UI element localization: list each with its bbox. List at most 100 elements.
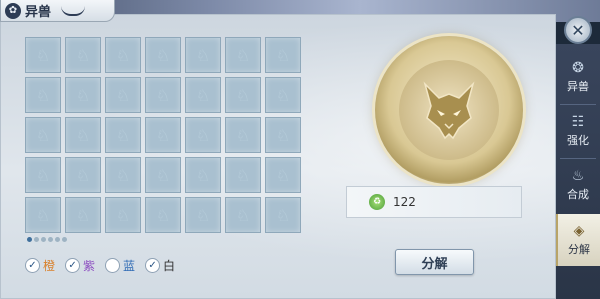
- inventory-slot[interactable]: ♘: [265, 117, 301, 153]
- page-title: 异兽: [25, 5, 52, 20]
- sidebar-item-beast[interactable]: ❂ 异兽: [556, 52, 600, 102]
- inventory-slot[interactable]: ♘: [185, 157, 221, 193]
- empty-slot-icon: ♘: [235, 165, 251, 185]
- inventory-slot[interactable]: ♘: [25, 77, 61, 113]
- page-dot[interactable]: [41, 237, 46, 242]
- inventory-slot[interactable]: ♘: [25, 197, 61, 233]
- empty-slot-icon: ♘: [35, 205, 51, 225]
- quality-filters: ✓ 橙 ✓ 紫 蓝 ✓ 白: [25, 257, 175, 274]
- sidebar-item-label: 分解: [568, 243, 590, 256]
- inventory-slot[interactable]: ♘: [105, 197, 141, 233]
- inventory-slot[interactable]: ♘: [65, 197, 101, 233]
- inventory-slot[interactable]: ♘: [145, 77, 181, 113]
- checkbox-blue[interactable]: [105, 258, 121, 273]
- inventory-slot[interactable]: ♘: [65, 77, 101, 113]
- enhance-icon: ☷: [571, 114, 585, 130]
- close-icon[interactable]: ✕: [564, 16, 592, 44]
- empty-slot-icon: ♘: [235, 45, 251, 65]
- empty-slot-icon: ♘: [115, 125, 131, 145]
- empty-slot-icon: ♘: [115, 85, 131, 105]
- empty-slot-icon: ♘: [275, 205, 291, 225]
- wolf-head-icon: [399, 60, 499, 160]
- filter-purple[interactable]: ✓ 紫: [65, 257, 95, 274]
- inventory-slot[interactable]: ♘: [65, 157, 101, 193]
- filter-orange[interactable]: ✓ 橙: [25, 257, 55, 274]
- filter-white[interactable]: ✓ 白: [145, 257, 175, 274]
- sidebar-item-decompose[interactable]: ◈ 分解: [556, 214, 600, 266]
- inventory-slot[interactable]: ♘: [65, 117, 101, 153]
- filter-label: 紫: [83, 259, 96, 273]
- inventory-slot[interactable]: ♘: [145, 157, 181, 193]
- empty-slot-icon: ♘: [115, 45, 131, 65]
- filter-blue[interactable]: 蓝: [105, 257, 135, 274]
- empty-slot-icon: ♘: [275, 85, 291, 105]
- inventory-slot[interactable]: ♘: [225, 77, 261, 113]
- inventory-slot[interactable]: ♘: [265, 157, 301, 193]
- inventory-slot[interactable]: ♘: [145, 197, 181, 233]
- empty-slot-icon: ♘: [75, 85, 91, 105]
- checkbox-white[interactable]: ✓: [145, 258, 161, 273]
- inventory-slot[interactable]: ♘: [105, 37, 141, 73]
- inventory-slot[interactable]: ♘: [185, 37, 221, 73]
- inventory-slot[interactable]: ♘: [105, 77, 141, 113]
- inventory-slot[interactable]: ♘: [225, 197, 261, 233]
- empty-slot-icon: ♘: [75, 165, 91, 185]
- inventory-slot[interactable]: ♘: [185, 197, 221, 233]
- page-dot[interactable]: [55, 237, 60, 242]
- inventory-slot[interactable]: ♘: [185, 117, 221, 153]
- decompose-button[interactable]: 分解: [395, 249, 474, 275]
- decompose-icon: ◈: [573, 223, 585, 239]
- beast-emblem: [375, 36, 523, 184]
- inventory-slot[interactable]: ♘: [185, 77, 221, 113]
- empty-slot-icon: ♘: [275, 45, 291, 65]
- empty-slot-icon: ♘: [275, 125, 291, 145]
- sidebar-divider: [560, 104, 596, 105]
- empty-slot-icon: ♘: [115, 165, 131, 185]
- page-dot[interactable]: [62, 237, 67, 242]
- sidebar-item-enhance[interactable]: ☷ 强化: [556, 106, 600, 156]
- inventory-grid: ♘ ♘ ♘ ♘ ♘ ♘ ♘ ♘ ♘ ♘ ♘ ♘ ♘ ♘ ♘ ♘ ♘ ♘ ♘ ♘ ♘ ♘ ♘ ♘ ♘ ♘ ♘ ♘ ♘ ♘ ♘ ♘ ♘ ♘ ♘: [25, 37, 301, 233]
- inventory-slot[interactable]: ♘: [225, 157, 261, 193]
- page-dot[interactable]: [27, 237, 32, 242]
- inventory-slot[interactable]: ♘: [225, 37, 261, 73]
- sidebar-item-compose[interactable]: ♨ 合成: [556, 160, 600, 210]
- inventory-slot[interactable]: ♘: [105, 117, 141, 153]
- empty-slot-icon: ♘: [235, 205, 251, 225]
- empty-slot-icon: ♘: [75, 125, 91, 145]
- inventory-slot[interactable]: ♘: [25, 157, 61, 193]
- sidebar-divider: [560, 158, 596, 159]
- inventory-slot[interactable]: ♘: [105, 157, 141, 193]
- inventory-slot[interactable]: ♘: [145, 37, 181, 73]
- empty-slot-icon: ♘: [35, 45, 51, 65]
- empty-slot-icon: ♘: [195, 125, 211, 145]
- empty-slot-icon: ♘: [35, 125, 51, 145]
- checkbox-orange[interactable]: ✓: [25, 258, 40, 273]
- inventory-slot[interactable]: ♘: [25, 117, 61, 153]
- inventory-slot[interactable]: ♘: [145, 117, 181, 153]
- inventory-slot[interactable]: ♘: [65, 37, 101, 73]
- empty-slot-icon: ♘: [115, 205, 131, 225]
- empty-slot-icon: ♘: [195, 45, 211, 65]
- empty-slot-icon: ♘: [155, 205, 171, 225]
- inventory-slot[interactable]: ♘: [25, 37, 61, 73]
- inventory-slot[interactable]: ♘: [265, 197, 301, 233]
- empty-slot-icon: ♘: [155, 45, 171, 65]
- empty-slot-icon: ♘: [275, 165, 291, 185]
- empty-slot-icon: ♘: [75, 45, 91, 65]
- empty-slot-icon: ♘: [195, 85, 211, 105]
- empty-slot-icon: ♘: [75, 205, 91, 225]
- empty-slot-icon: ♘: [155, 85, 171, 105]
- page-dot[interactable]: [48, 237, 53, 242]
- inventory-slot[interactable]: ♘: [265, 37, 301, 73]
- compose-icon: ♨: [571, 168, 585, 184]
- sidebar-item-label: 异兽: [567, 80, 589, 93]
- page-dot[interactable]: [34, 237, 39, 242]
- inventory-slot[interactable]: ♘: [265, 77, 301, 113]
- inventory-slot[interactable]: ♘: [225, 117, 261, 153]
- filter-label: 白: [163, 259, 176, 273]
- checkbox-purple[interactable]: ✓: [65, 258, 81, 273]
- green-essence-icon: ♻: [369, 194, 385, 210]
- empty-slot-icon: ♘: [195, 165, 211, 185]
- beast-emblem-icon: ✿: [5, 2, 21, 19]
- empty-slot-icon: ♘: [35, 165, 51, 185]
